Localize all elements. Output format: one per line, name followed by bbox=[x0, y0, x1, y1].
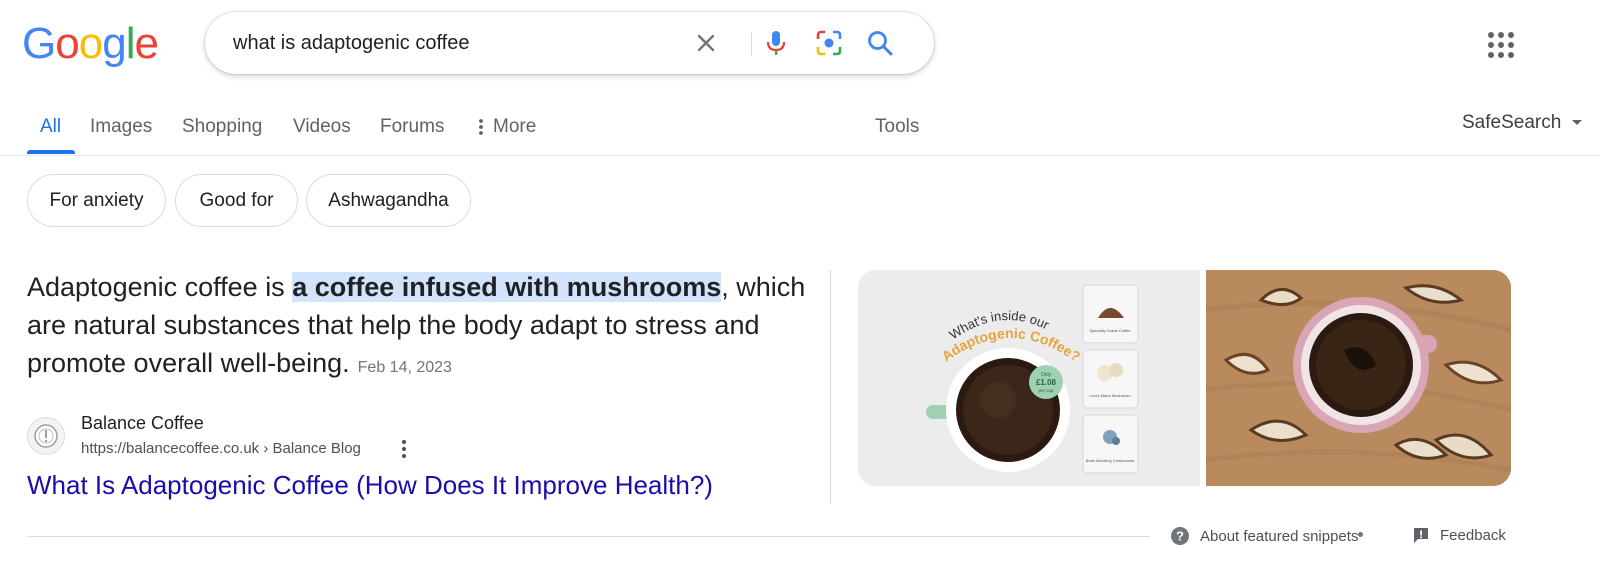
logo-letter: o bbox=[78, 19, 104, 68]
tab-more-label: More bbox=[493, 116, 537, 137]
logo-letter: e bbox=[134, 19, 159, 68]
active-tab-indicator bbox=[27, 150, 75, 154]
logo-letter: G bbox=[22, 19, 56, 68]
logo-letter: l bbox=[125, 19, 136, 68]
svg-text:?: ? bbox=[1176, 529, 1184, 544]
source-url[interactable]: https://balancecoffee.co.uk › Balance Bl… bbox=[81, 440, 361, 457]
results-divider bbox=[27, 536, 1150, 537]
tab-more[interactable]: More bbox=[478, 116, 536, 138]
tools-button[interactable]: Tools bbox=[875, 116, 919, 138]
featured-snippet-text: Adaptogenic coffee is a coffee infused w… bbox=[27, 268, 817, 387]
about-featured-snippets-label: About featured snippets bbox=[1200, 527, 1359, 545]
lens-icon[interactable] bbox=[814, 28, 844, 58]
price-badge-line2: £1.08 bbox=[1036, 378, 1057, 387]
source-name[interactable]: Balance Coffee bbox=[81, 413, 204, 434]
tab-forums[interactable]: Forums bbox=[380, 116, 444, 138]
tab-shopping[interactable]: Shopping bbox=[182, 116, 262, 138]
feedback-icon bbox=[1414, 528, 1428, 543]
snippet-divider bbox=[830, 270, 831, 504]
about-featured-snippets-link[interactable]: ? About featured snippets bbox=[1170, 526, 1358, 546]
ingredient-label-2: Lion's Mane Mushroom bbox=[1089, 393, 1131, 398]
snippet-image-photo[interactable] bbox=[1206, 270, 1511, 486]
apps-grid-icon[interactable] bbox=[1486, 30, 1516, 60]
google-logo[interactable]: G o o g l e bbox=[22, 19, 159, 68]
ingredient-label-1: Specialty Grade Coffee bbox=[1089, 328, 1131, 333]
logo-letter: o bbox=[55, 19, 80, 68]
footer-separator bbox=[1358, 532, 1363, 537]
search-divider bbox=[751, 32, 752, 56]
search-input[interactable] bbox=[233, 30, 673, 56]
chip-for-anxiety[interactable]: For anxiety bbox=[27, 174, 166, 227]
ingredient-label-3: Brain Boosting Compounds bbox=[1086, 458, 1135, 463]
more-vert-icon bbox=[479, 119, 483, 135]
snippet-date: Feb 14, 2023 bbox=[357, 359, 452, 376]
logo-letter: g bbox=[102, 19, 127, 68]
tab-all[interactable]: All bbox=[40, 116, 61, 138]
microphone-icon[interactable] bbox=[761, 28, 791, 58]
snippet-image-infographic[interactable]: What's inside our Adaptogenic Coffee? On… bbox=[858, 270, 1200, 486]
feedback-label: Feedback bbox=[1440, 526, 1506, 544]
result-title-link[interactable]: What Is Adaptogenic Coffee (How Does It … bbox=[27, 470, 713, 501]
snippet-text-before: Adaptogenic coffee is bbox=[27, 272, 293, 302]
safesearch-dropdown[interactable]: SafeSearch bbox=[1462, 112, 1583, 134]
source-favicon[interactable] bbox=[27, 417, 65, 455]
tab-videos[interactable]: Videos bbox=[293, 116, 351, 138]
caret-down-icon bbox=[1572, 120, 1583, 125]
tab-images[interactable]: Images bbox=[90, 116, 152, 138]
search-box bbox=[205, 12, 934, 74]
chip-good-for[interactable]: Good for bbox=[175, 174, 298, 227]
price-badge-line3: per cup bbox=[1038, 388, 1054, 393]
feedback-link[interactable]: Feedback bbox=[1412, 526, 1506, 544]
snippet-highlight: a coffee infused with mushrooms bbox=[292, 272, 722, 302]
help-icon: ? bbox=[1171, 527, 1189, 545]
result-options-icon[interactable] bbox=[396, 437, 412, 461]
search-icon[interactable] bbox=[865, 28, 895, 58]
clear-icon[interactable] bbox=[691, 28, 721, 58]
safesearch-label: SafeSearch bbox=[1462, 112, 1562, 133]
search-tabs: All Images Shopping Videos Forums More T… bbox=[0, 104, 1600, 156]
chip-ashwagandha[interactable]: Ashwagandha bbox=[306, 174, 471, 227]
